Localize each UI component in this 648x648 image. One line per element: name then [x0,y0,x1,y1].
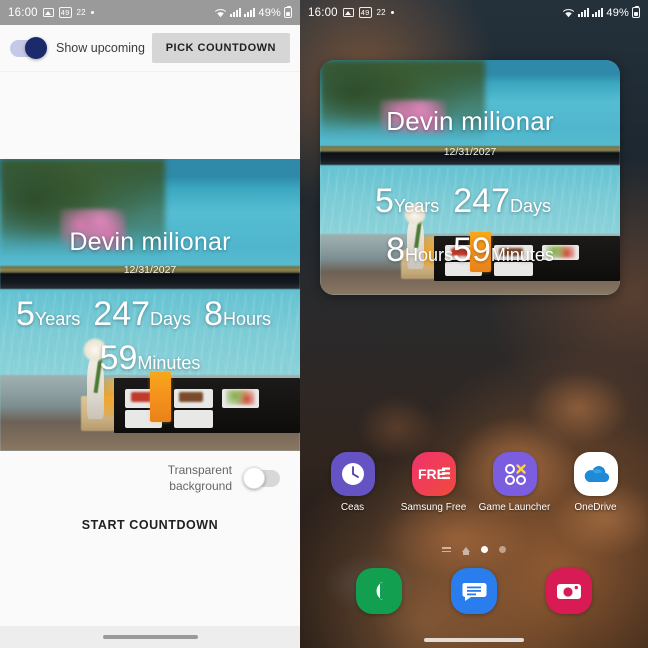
status-bar-left-group: 16:00 49 22 [8,7,94,19]
home-gesture-pill[interactable] [102,635,198,639]
countdown-value-days: 247 [93,295,151,333]
home-app-grid: Ceas FRE Samsung Free Game Launcher OneD… [300,452,648,515]
countdown-value-days: 247 [453,182,510,220]
camera-icon [545,568,592,614]
countdown-row: 8 Hours 59 Minutes [320,233,620,267]
signal-bars-icon [230,8,242,17]
countdown-row: 5 Years 247 Days [320,184,620,218]
phone-icon [356,568,403,614]
countdown-value-hours: 8 [204,295,223,333]
toggle-knob [25,37,47,59]
countdown-unit-hours: Hours [222,309,271,329]
status-bar-right-group: 49% [214,5,292,19]
transparent-background-toggle[interactable] [243,467,280,490]
home-gesture-pill[interactable] [424,638,524,642]
dock-app-messages[interactable] [438,568,510,614]
screenshot-root: 16:00 49 22 49% Show upcoming PICK COUNT… [0,0,648,648]
page-dot-active[interactable] [481,546,488,553]
countdown-row: 5 Years 247 Days 8 Hours [0,297,300,331]
messages-icon [450,568,497,614]
right-phone-home-screen: 16:00 49 22 49% [300,0,648,648]
status-bar-left: 16:00 49 22 49% [0,0,300,25]
countdown-value-minutes: 59 [453,231,491,269]
show-upcoming-toggle[interactable] [10,37,47,59]
show-upcoming-label: Show upcoming [56,41,145,55]
countdown-text-overlay: Devin milionar 12/31/2027 5 Years 247 Da… [0,159,300,451]
widget-title: Devin milionar [386,106,554,136]
countdown-value-hours: 8 [386,231,406,269]
app-toolbar: Show upcoming PICK COUNTDOWN [0,25,300,72]
onedrive-icon [573,452,618,496]
app-label: Samsung Free [400,502,467,513]
countdown-unit-minutes: Minutes [137,353,201,373]
app-samsung-free[interactable]: FRE Samsung Free [398,452,470,515]
app-bottom-panel: Transparent background START COUNTDOWN [0,452,300,648]
countdown-unit-hours: Hours [405,245,454,265]
notification-count-badge: 49 [58,7,72,18]
wifi-icon [214,8,227,18]
battery-percent-label: 49% [258,6,281,19]
countdown-widget[interactable]: Devin milionar 12/31/2027 5 Years 247 Da… [320,60,620,295]
app-label: Ceas [340,502,365,513]
dot-icon [90,11,94,14]
app-label: OneDrive [574,502,617,513]
countdown-unit-days: Days [150,309,192,329]
countdown-preview-card[interactable]: Devin milionar 12/31/2027 5 Years 247 Da… [0,159,300,451]
home-page-icon[interactable] [462,547,470,555]
countdown-value-years: 5 [374,182,394,220]
dock-app-phone[interactable] [343,568,415,614]
image-icon [42,8,54,17]
app-game-launcher[interactable]: Game Launcher [479,452,551,515]
countdown-value-minutes: 59 [99,339,138,377]
navigation-bar-right [300,638,648,642]
home-dock [300,568,648,614]
app-ceas[interactable]: Ceas [317,452,389,515]
signal-bars-icon [244,8,256,17]
start-countdown-button[interactable]: START COUNTDOWN [0,518,300,532]
battery-icon [284,5,292,18]
toggle-knob [243,467,265,490]
app-label: Game Launcher [478,502,551,513]
countdown-unit-minutes: Minutes [490,245,554,265]
battery-icon [632,5,640,18]
countdown-unit-years: Years [393,196,440,216]
transparent-background-label: Transparent background [167,463,232,494]
widget-text-overlay: Devin milionar 12/31/2027 5 Years 247 Da… [320,60,620,295]
countdown-rows: 5 Years 247 Days 8 Hours 59 Minutes [0,297,300,375]
widget-background: Devin milionar 12/31/2027 5 Years 247 Da… [320,60,620,295]
navigation-bar-left [0,626,300,648]
widget-date: 12/31/2027 [443,146,497,158]
widget-countdown-rows: 5 Years 247 Days 8 Hours 59 Minutes [320,184,620,267]
image-icon [342,8,354,17]
countdown-value-years: 5 [16,295,35,333]
countdown-unit-years: Years [34,309,81,329]
page-dot[interactable] [499,546,506,553]
transparent-background-row: Transparent background [136,462,280,494]
page-indicator [300,546,648,555]
samsung-free-icon: FRE [411,452,456,496]
countdown-title: Devin milionar [69,228,231,256]
app-onedrive[interactable]: OneDrive [560,452,632,515]
svg-text:FRE: FRE [418,466,446,482]
left-phone-app-screen: 16:00 49 22 49% Show upcoming PICK COUNT… [0,0,300,648]
countdown-unit-days: Days [510,196,552,216]
countdown-date: 12/31/2027 [123,264,177,276]
app-list-icon[interactable] [442,546,451,553]
pick-countdown-button[interactable]: PICK COUNTDOWN [151,33,290,63]
dock-app-camera[interactable] [533,568,605,614]
game-launcher-icon [492,452,537,496]
empty-list-area [0,72,300,159]
status-bar-clock: 16:00 [8,6,38,19]
clock-icon [330,452,375,496]
notification-badge: 22 [76,7,86,17]
countdown-row: 59 Minutes [0,341,300,375]
